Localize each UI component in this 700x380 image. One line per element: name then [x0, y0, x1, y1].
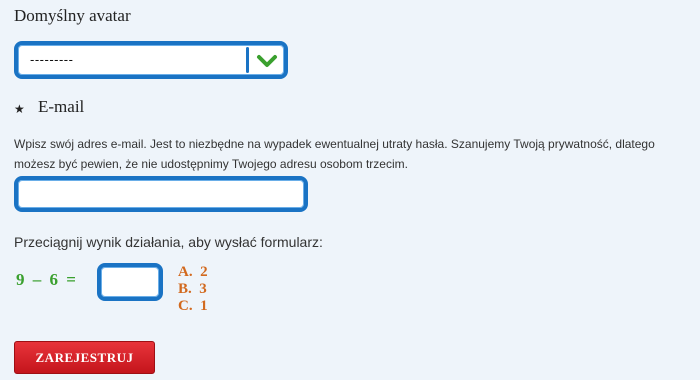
captcha-instructions: Przeciągnij wynik działania, aby wysłać … [14, 234, 323, 250]
captcha-option-c[interactable]: C. 1 [178, 298, 208, 315]
email-label: E-mail [38, 97, 85, 116]
select-divider [246, 47, 249, 73]
email-field[interactable] [14, 176, 308, 212]
star-icon: ★ [14, 102, 25, 116]
avatar-label: Domyślny avatar [14, 6, 131, 25]
captcha-drop-target[interactable] [97, 263, 163, 301]
captcha-equation: 9 – 6 = [16, 270, 78, 289]
chevron-down-icon[interactable] [256, 49, 278, 71]
register-button[interactable]: ZAREJESTRUJ [14, 341, 155, 374]
avatar-select-value: --------- [30, 52, 74, 67]
avatar-select[interactable]: --------- [14, 41, 288, 79]
captcha-option-a[interactable]: A. 2 [178, 264, 208, 281]
captcha-options: A. 2 B. 3 C. 1 [178, 264, 208, 315]
captcha-option-b[interactable]: B. 3 [178, 281, 208, 298]
email-help-text: Wpisz swój adres e-mail. Jest to niezbęd… [14, 137, 655, 171]
